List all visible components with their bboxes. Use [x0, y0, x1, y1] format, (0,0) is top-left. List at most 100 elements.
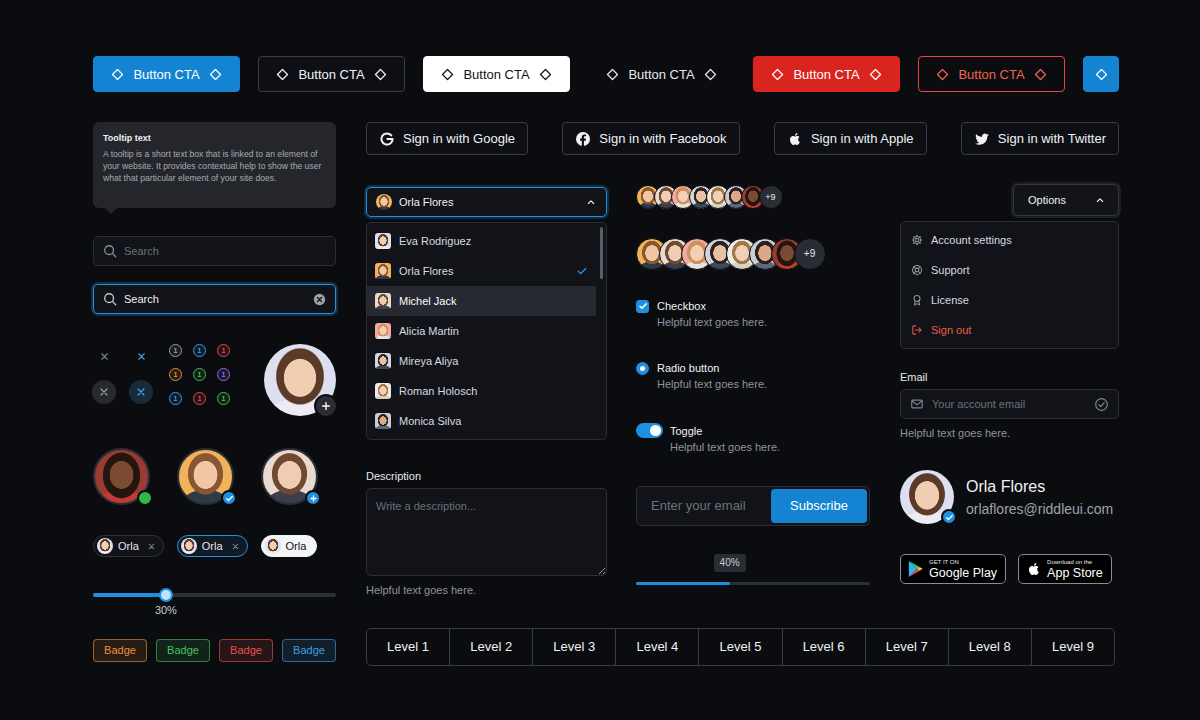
button-label: Button CTA	[628, 68, 694, 81]
choice-row[interactable]: Radio button	[636, 361, 870, 375]
button-label: Button CTA	[298, 68, 364, 81]
level-tab[interactable]: Level 9	[1031, 629, 1114, 665]
person-option[interactable]: Orla Flores	[367, 256, 596, 286]
cta-button[interactable]: Button CTA	[258, 56, 405, 92]
cta-button[interactable]: Button CTA	[93, 56, 240, 92]
sign-in-button[interactable]: Sign in with Google	[366, 122, 528, 155]
button-label: Button CTA	[958, 68, 1024, 81]
avatar-photo	[376, 194, 392, 210]
search-field[interactable]	[93, 284, 336, 314]
person-chip[interactable]: Orla	[93, 535, 164, 557]
search-input[interactable]	[124, 291, 306, 308]
close-button[interactable]	[92, 344, 116, 368]
sign-in-button[interactable]: Sign in with Facebook	[562, 122, 739, 155]
toggle[interactable]	[636, 423, 663, 438]
choice-label: Checkbox	[657, 299, 706, 313]
twitter-icon	[974, 131, 990, 147]
close-icon	[99, 351, 110, 362]
level-tab[interactable]: Level 4	[615, 629, 698, 665]
avatar-photo	[375, 323, 391, 339]
level-tab[interactable]: Level 5	[698, 629, 781, 665]
add-avatar-button[interactable]	[314, 394, 338, 418]
plus-icon	[309, 494, 318, 503]
chip-label: Orla	[286, 541, 307, 552]
person-menu: Eva RodriguezOrla Flores Michel Jack Alici…	[366, 222, 607, 440]
progress-track	[636, 582, 870, 585]
slider-track[interactable]	[93, 593, 336, 597]
clear-icon[interactable]	[313, 293, 326, 306]
cta-button[interactable]: Button CTA	[588, 56, 735, 92]
choice-row[interactable]: Toggle	[636, 423, 870, 438]
person-option[interactable]: Roman Holosch	[367, 376, 596, 406]
person-chip[interactable]: Orla	[177, 535, 248, 557]
level-tab[interactable]: Level 1	[367, 629, 449, 665]
description-input[interactable]	[366, 488, 607, 576]
more-count[interactable]: +9	[794, 238, 826, 270]
app-store-badge[interactable]: Download on theApp Store	[1018, 554, 1112, 584]
email-label: Email	[900, 371, 1119, 384]
slider[interactable]: 30%	[93, 587, 336, 621]
email-input[interactable]	[639, 496, 771, 516]
add-badge[interactable]	[305, 490, 321, 506]
menu-item[interactable]: License	[901, 285, 1118, 315]
close-button[interactable]	[92, 380, 116, 404]
search-field[interactable]	[93, 236, 336, 266]
email-input[interactable]	[932, 396, 1086, 413]
chip-label: Orla	[202, 541, 223, 552]
icon-button[interactable]	[1083, 56, 1119, 92]
person-option[interactable]: Monica Silva	[367, 406, 596, 436]
menu-item[interactable]: Support	[901, 255, 1118, 285]
person-option[interactable]: Eva Rodriguez	[367, 226, 596, 256]
scrollbar[interactable]	[600, 227, 603, 279]
badge: Badge	[219, 639, 273, 662]
profile-card: Orla Floresorlaflores@riddleui.com	[900, 470, 1119, 524]
person-option[interactable]: Mireya Aliya	[367, 346, 596, 376]
remove-icon[interactable]	[147, 542, 156, 551]
cta-button[interactable]: Button CTA	[423, 56, 570, 92]
cta-button[interactable]: Button CTA	[753, 56, 900, 92]
level-tab[interactable]: Level 7	[865, 629, 948, 665]
person-select[interactable]: Orla Flores	[366, 187, 607, 217]
person-option[interactable]: Alicia Martin	[367, 316, 596, 346]
more-count[interactable]: +9	[759, 185, 783, 209]
level-tab[interactable]: Level 6	[782, 629, 865, 665]
close-button[interactable]	[129, 380, 153, 404]
verified-badge	[221, 490, 237, 506]
license-icon	[911, 294, 923, 306]
toggle-knob	[650, 425, 661, 436]
cta-button[interactable]: Button CTA	[918, 56, 1065, 92]
slider-thumb[interactable]	[159, 588, 173, 602]
options-button[interactable]: Options	[1013, 184, 1119, 216]
choice-row[interactable]: Checkbox	[636, 299, 870, 313]
diamond-icon	[704, 68, 717, 81]
google-play-badge[interactable]: GET IT ONGoogle Play	[900, 554, 1006, 584]
level-tab[interactable]: Level 3	[532, 629, 615, 665]
close-button[interactable]	[129, 344, 153, 368]
sign-in-button[interactable]: Sign in with Apple	[774, 122, 927, 155]
slider-value: 30%	[155, 604, 177, 617]
radio[interactable]	[636, 362, 649, 375]
level-tab[interactable]: Level 2	[449, 629, 532, 665]
remove-icon[interactable]	[231, 542, 240, 551]
menu-item[interactable]: Account settings	[901, 225, 1118, 255]
option-name: Michel Jack	[399, 293, 568, 310]
radio-dot	[640, 366, 645, 371]
diamond-icon	[771, 68, 784, 81]
check-icon	[576, 265, 588, 277]
menu-item[interactable]: Sign out	[901, 315, 1118, 345]
email-field[interactable]	[900, 389, 1119, 419]
search-input[interactable]	[124, 243, 326, 260]
icon-showcase: 111111111	[93, 344, 336, 416]
diamond-icon	[1095, 68, 1108, 81]
choice-radio: Radio buttonHelpful text goes here.	[636, 361, 870, 391]
person-option[interactable]: Michel Jack	[367, 286, 596, 316]
description-label: Description	[366, 470, 607, 483]
level-tab[interactable]: Level 8	[948, 629, 1031, 665]
sign-in-button[interactable]: Sign in with Twitter	[961, 122, 1119, 155]
person-chip[interactable]: Orla	[261, 535, 318, 557]
main-area: Tooltip textA tooltip is a short text bo…	[93, 122, 1200, 666]
checkbox[interactable]	[636, 300, 649, 313]
sign-in-label: Sign in with Twitter	[998, 132, 1106, 145]
subscribe-button[interactable]: Subscribe	[771, 489, 867, 523]
count-badges: 111111111	[169, 344, 230, 405]
